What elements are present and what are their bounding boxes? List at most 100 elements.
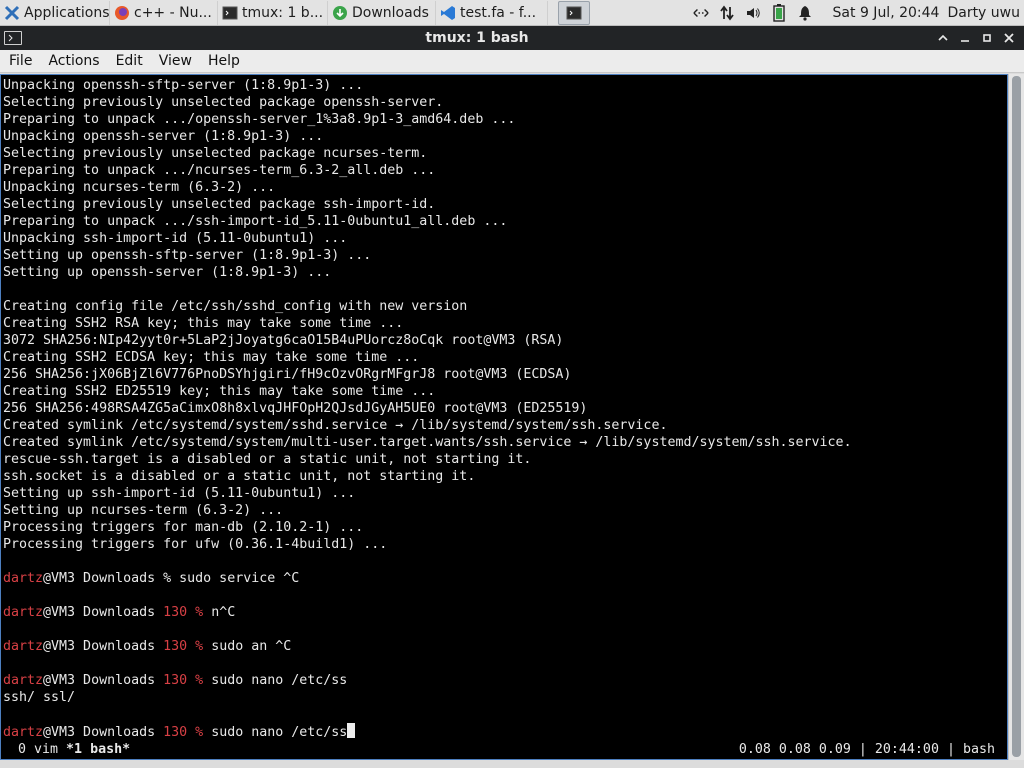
prompt-host: @VM3 Downloads [43, 571, 156, 586]
taskbar-item-tmux[interactable]: tmux: 1 b... [218, 0, 328, 25]
prompt-host: @VM3 Downloads [43, 639, 156, 654]
taskbar-item-label: c++ - Nu... [134, 4, 212, 21]
taskbar-item-vscode[interactable]: test.fa - f... [436, 0, 548, 25]
tmux-window-active[interactable]: *1 bash* [66, 742, 130, 757]
exit-code: 130 [163, 639, 188, 654]
prompt-command: sudo an ^C [211, 639, 292, 654]
taskbar-item-label: tmux: 1 b... [242, 4, 324, 21]
terminal-line: Preparing to unpack .../ncurses-term_6.3… [3, 163, 436, 178]
terminal-line: Preparing to unpack .../ssh-import-id_5.… [3, 214, 508, 229]
taskbar-item-label: Downloads [352, 4, 429, 21]
applications-label: Applications ☰ [24, 4, 110, 21]
clock[interactable]: Sat 9 Jul, 20:44 [819, 5, 948, 21]
exit-code: 130 [163, 605, 188, 620]
close-icon[interactable] [998, 28, 1020, 48]
taskbar-item-downloads[interactable]: Downloads [328, 0, 436, 25]
terminal-line: Creating config file /etc/ssh/sshd_confi… [3, 299, 468, 314]
terminal-line: ssh.socket is a disabled or a static uni… [3, 469, 476, 484]
prompt-sign: % [195, 639, 204, 654]
vscode-icon [440, 5, 456, 21]
terminal-line: rescue-ssh.target is a disabled or a sta… [3, 452, 532, 467]
terminal-line: Creating SSH2 ECDSA key; this may take s… [3, 350, 420, 365]
scrollbar-thumb[interactable] [1012, 76, 1021, 757]
applications-menu-button[interactable]: Applications ☰ [0, 0, 110, 25]
prompt-user: dartz [3, 571, 44, 586]
maximize-icon[interactable] [976, 28, 998, 48]
system-tray [687, 3, 819, 22]
volume-icon[interactable] [745, 5, 761, 21]
taskbar-item-firefox[interactable]: c++ - Nu... [110, 0, 218, 25]
terminal-line: Creating SSH2 ED25519 key; this may take… [3, 384, 436, 399]
battery-icon[interactable] [771, 3, 787, 22]
current-command-input[interactable]: sudo nano /etc/ss [211, 725, 347, 740]
taskbar-item-terminal-active[interactable] [558, 0, 590, 25]
menu-file[interactable]: File [0, 53, 40, 69]
menu-view[interactable]: View [151, 53, 200, 69]
prompt-sign: % [195, 605, 204, 620]
chevron-up-icon[interactable] [932, 28, 954, 48]
xfce-logo-icon [4, 5, 20, 21]
prompt-user: dartz [3, 673, 44, 688]
menu-actions[interactable]: Actions [40, 53, 107, 69]
terminal-area[interactable]: Unpacking openssh-sftp-server (1:8.9p1-3… [0, 74, 1008, 760]
prompt-command: sudo nano /etc/ss [211, 673, 348, 688]
terminal-line: Unpacking ssh-import-id (5.11-0ubuntu1) … [3, 231, 348, 246]
terminal-line: Unpacking openssh-server (1:8.9p1-3) ... [3, 129, 324, 144]
terminal-line: Selecting previously unselected package … [3, 146, 428, 161]
prompt-command: n^C [211, 605, 236, 620]
terminal-line: 256 SHA256:498RSA4ZG5aCimxO8h8xlvqJHFOpH… [3, 401, 588, 416]
prompt-line: dartz@VM3 Downloads 130 % sudo nano /etc… [3, 672, 1007, 689]
user-name[interactable]: Darty uwu [947, 5, 1024, 21]
menu-edit[interactable]: Edit [108, 53, 151, 69]
network-icon[interactable] [692, 5, 709, 21]
prompt-line: dartz@VM3 Downloads 130 % sudo an ^C [3, 638, 1007, 655]
transfer-icon[interactable] [719, 5, 735, 21]
prompt-host: @VM3 Downloads [43, 725, 156, 740]
terminal-line: Setting up openssh-server (1:8.9p1-3) ..… [3, 265, 332, 280]
terminal-icon[interactable] [4, 31, 22, 45]
prompt-user: dartz [3, 725, 44, 740]
prompt-host: @VM3 Downloads [43, 605, 156, 620]
terminal-line: Processing triggers for ufw (0.36.1-4bui… [3, 537, 388, 552]
prompt-line: dartz@VM3 Downloads 130 % n^C [3, 604, 1007, 621]
prompt-line: dartz@VM3 Downloads % sudo service ^C [3, 570, 1007, 587]
terminal-line: Unpacking openssh-sftp-server (1:8.9p1-3… [3, 78, 364, 93]
window-titlebar[interactable]: tmux: 1 bash [0, 26, 1024, 50]
firefox-icon [114, 5, 130, 21]
exit-code: 130 [163, 673, 188, 688]
menu-help[interactable]: Help [200, 53, 248, 69]
notification-bell-icon[interactable] [797, 5, 813, 21]
tmux-status-bar: 0 vim *1 bash* 0.08 0.08 0.09 | 20:44:00… [1, 739, 1007, 759]
exit-code: 130 [163, 725, 188, 740]
terminal-output: Unpacking openssh-sftp-server (1:8.9p1-3… [3, 77, 1007, 740]
taskbar-item-label: test.fa - f... [460, 4, 537, 21]
current-prompt-line[interactable]: dartz@VM3 Downloads 130 % sudo nano /etc… [3, 723, 1007, 740]
terminal-line: Setting up openssh-sftp-server (1:8.9p1-… [3, 248, 372, 263]
terminal-scrollbar[interactable] [1008, 74, 1024, 760]
terminal-icon [566, 5, 582, 21]
window-bottom-border [0, 760, 1024, 768]
terminal-icon [222, 5, 238, 21]
prompt-user: dartz [3, 639, 44, 654]
terminal-line: Creating SSH2 RSA key; this may take som… [3, 316, 404, 331]
tmux-window-list: 0 vim *1 bash* [1, 741, 130, 758]
terminal-line: Processing triggers for man-db (2.10.2-1… [3, 520, 364, 535]
tmux-window-inactive[interactable]: 0 vim [10, 742, 66, 757]
window-title: tmux: 1 bash [425, 30, 529, 46]
terminal-line: Selecting previously unselected package … [3, 197, 436, 212]
terminal-line: Preparing to unpack .../openssh-server_1… [3, 112, 516, 127]
terminal-line: Selecting previously unselected package … [3, 95, 444, 110]
prompt-host: @VM3 Downloads [43, 673, 156, 688]
terminal-line: 3072 SHA256:NIp42yyt0r+5LaP2jJoyatg6caO1… [3, 333, 564, 348]
terminal-line: Unpacking ncurses-term (6.3-2) ... [3, 180, 276, 195]
menubar: File Actions Edit View Help [0, 50, 1024, 73]
minimize-icon[interactable] [954, 28, 976, 48]
terminal-line: Setting up ncurses-term (6.3-2) ... [3, 503, 284, 518]
tmux-status-right: 0.08 0.08 0.09 | 20:44:00 | bash [738, 741, 995, 757]
